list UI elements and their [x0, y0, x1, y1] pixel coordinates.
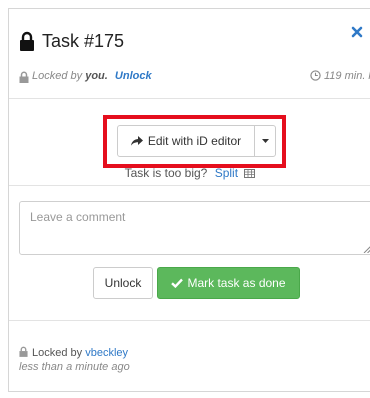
small-lock-icon [19, 346, 28, 357]
lock-info-row: Locked by you. Unlock 119 min. left [19, 70, 370, 84]
small-lock-icon [19, 71, 29, 83]
lock-icon [20, 31, 34, 51]
history-action: Locked by vbeckley [19, 346, 130, 360]
history-time: less than a minute ago [19, 361, 130, 373]
divider [9, 320, 370, 321]
comment-input[interactable] [19, 201, 370, 255]
unlock-link[interactable]: Unlock [115, 70, 152, 82]
done-button-label: Mark task as done [187, 276, 286, 290]
time-remaining: 119 min. left [310, 70, 370, 82]
history-entry: Locked by vbeckley less than a minute ag… [19, 346, 130, 374]
edit-button-label: Edit with iD editor [147, 134, 242, 148]
close-icon[interactable] [349, 24, 365, 40]
locked-by-prefix: Locked by [32, 70, 83, 82]
task-header: Task #175 [19, 29, 124, 53]
mark-task-done-button[interactable]: Mark task as done [157, 267, 300, 299]
history-user-link[interactable]: vbeckley [85, 347, 128, 359]
edit-with-id-button[interactable]: Edit with iD editor [117, 125, 255, 157]
share-arrow-icon [130, 136, 143, 146]
locked-by-user: you. [85, 70, 108, 82]
clock-icon [310, 70, 321, 81]
split-row: Task is too big? Split [9, 166, 370, 180]
task-title: Task #175 [42, 30, 125, 51]
task-panel: Task #175 Locked by you. Unlock 119 min.… [8, 8, 370, 392]
locked-by-text: Locked by you. Unlock [32, 70, 152, 82]
history-prefix: Locked by [32, 347, 83, 359]
caret-down-icon [261, 139, 269, 143]
resize-grip-icon[interactable] [363, 245, 370, 253]
divider [9, 98, 370, 99]
split-grid-icon [244, 169, 256, 178]
editor-dropdown-toggle[interactable] [254, 125, 276, 157]
unlock-button[interactable]: Unlock [93, 267, 153, 299]
split-link[interactable]: Split [215, 166, 238, 180]
check-icon [171, 278, 184, 288]
divider [9, 185, 370, 186]
time-remaining-text: 119 min. left [324, 70, 370, 82]
split-prompt: Task is too big? [124, 166, 208, 180]
